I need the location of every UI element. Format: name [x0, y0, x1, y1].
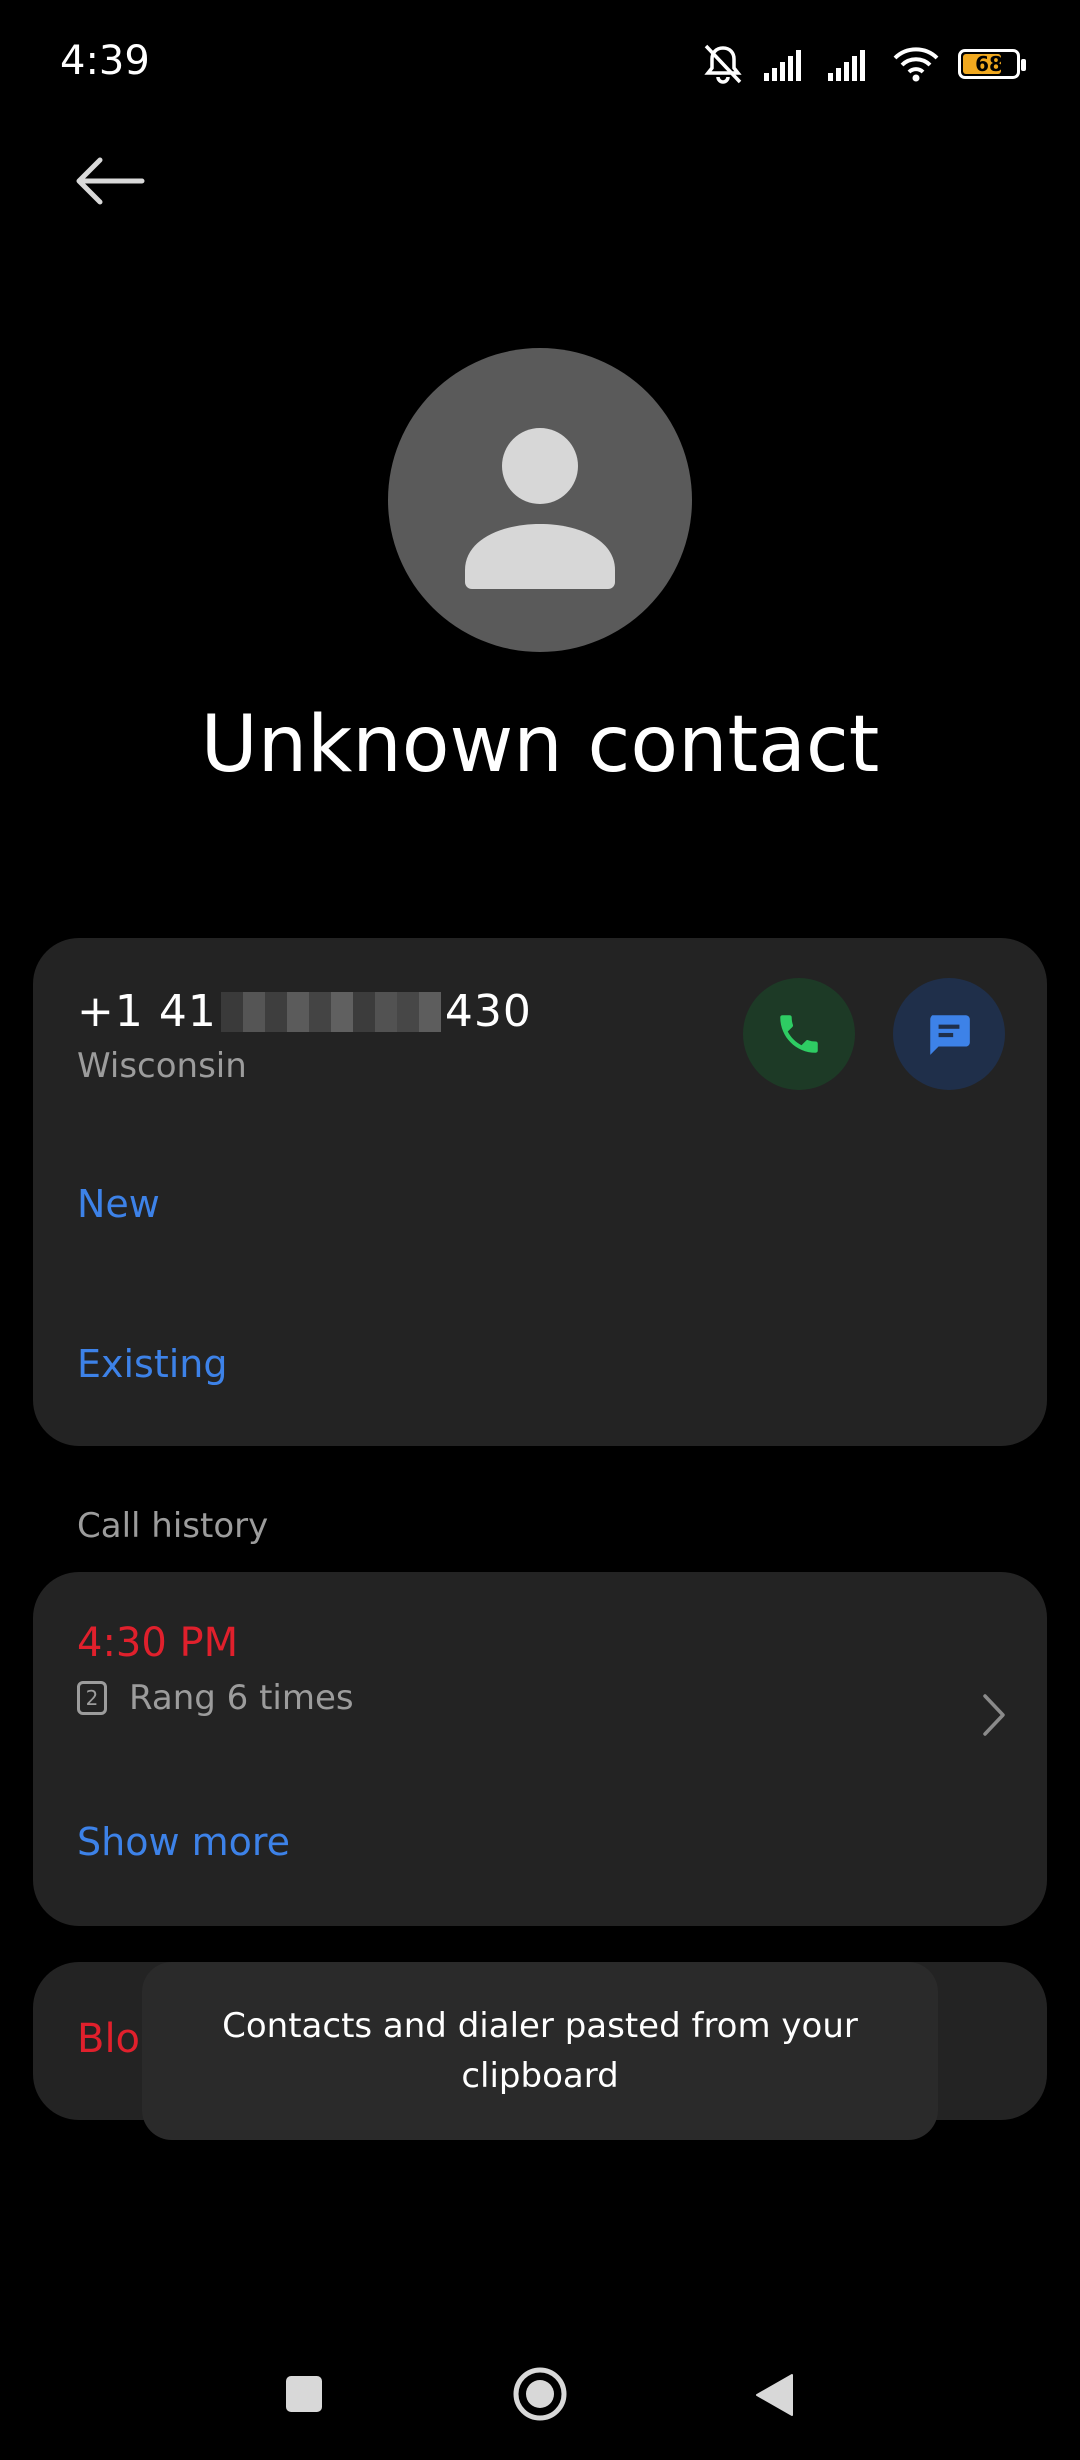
avatar: [388, 348, 692, 652]
show-more-link[interactable]: Show more: [77, 1820, 290, 1864]
signal-icon: [828, 50, 865, 81]
mute-icon: [704, 44, 742, 84]
phone-icon: [780, 1015, 818, 1053]
call-history-label: Call history: [77, 1506, 269, 1546]
status-icons: 68: [700, 42, 1026, 86]
arrow-left-icon: [76, 157, 145, 205]
battery-icon: 68: [958, 49, 1026, 79]
contact-name: Unknown contact: [200, 700, 880, 790]
signal-icon: [764, 50, 801, 81]
ring-info: 2 Rang 6 times: [77, 1678, 354, 1718]
back-button[interactable]: [70, 150, 150, 212]
location: Wisconsin: [77, 1046, 247, 1086]
wifi-icon: [893, 47, 939, 82]
message-icon: [930, 1015, 970, 1055]
sim-slot-icon: 2: [77, 1681, 107, 1715]
message-button[interactable]: [893, 978, 1005, 1090]
redacted-digits: [220, 991, 441, 1032]
call-button[interactable]: [743, 978, 855, 1090]
battery-level: 68: [975, 52, 1003, 76]
clipboard-toast: Contacts and dialer pasted from your cli…: [142, 1962, 938, 2140]
status-time: 4:39: [60, 38, 150, 84]
recents-button[interactable]: [286, 2376, 322, 2412]
call-time: 4:30 PM: [77, 1620, 239, 1666]
home-button[interactable]: [512, 2366, 568, 2422]
existing-contact-link[interactable]: Existing: [77, 1342, 228, 1386]
new-contact-link[interactable]: New: [77, 1182, 160, 1226]
chevron-right-icon[interactable]: [981, 1692, 1007, 1742]
number-card: +1 41 430 Wisconsin New Existing: [33, 938, 1047, 1446]
phone-number-prefix: +1 41: [77, 986, 217, 1037]
home-circle-icon: [513, 2367, 567, 2421]
call-history-card: 4:30 PM 2 Rang 6 times Show more: [33, 1572, 1047, 1926]
phone-number[interactable]: +1 41 430: [77, 986, 532, 1037]
ring-count: Rang 6 times: [129, 1678, 354, 1718]
phone-number-suffix: 430: [444, 986, 532, 1037]
triangle-back-icon: [756, 2374, 793, 2416]
person-icon: [465, 428, 615, 589]
nav-back-button[interactable]: [754, 2372, 794, 2418]
